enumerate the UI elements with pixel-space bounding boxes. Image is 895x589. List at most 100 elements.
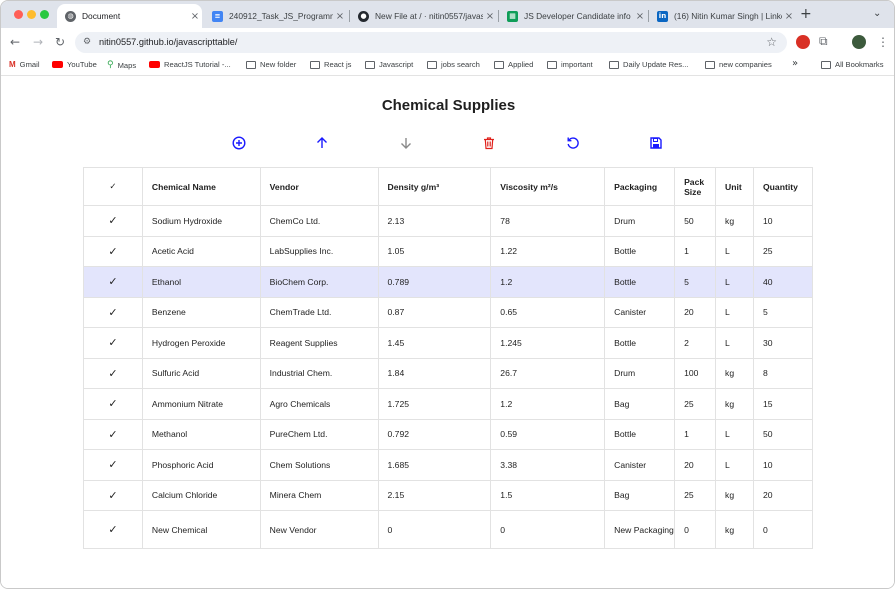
more-bookmarks-chevron-icon[interactable]: » (792, 58, 798, 69)
bookmark-star-icon[interactable]: ☆ (766, 35, 777, 49)
tab-linkedin[interactable]: in (16) Nitin Kumar Singh | Linke × (649, 4, 796, 28)
table-row[interactable]: ✓ Ammonium Nitrate Agro Chemicals 1.725 1.2 B… (83, 388, 813, 420)
tab-strip: ◍ Document × ≡ 240912_Task_JS_Programme … (1, 1, 894, 28)
packaging-cell: Canister (604, 296, 676, 328)
extension-opera-icon[interactable] (796, 35, 810, 49)
quantity-cell: 5 (753, 296, 813, 328)
row-checkmark-icon[interactable]: ✓ (83, 296, 143, 328)
reload-icon[interactable]: ↻ (55, 35, 65, 49)
tab-search-icon[interactable]: ⌄ (873, 8, 881, 19)
bookmark-javascript[interactable]: Javascript (365, 60, 413, 69)
minimize-window-button[interactable] (27, 10, 36, 19)
bookmark-important[interactable]: important (547, 60, 593, 69)
bookmark-reactjs[interactable]: ReactJS Tutorial -... (149, 60, 231, 69)
density-cell: 1.725 (377, 388, 492, 420)
packaging-cell: Drum (604, 205, 676, 237)
vendor-cell: Chem Solutions (259, 449, 379, 481)
bookmark-maps[interactable]: ⚲ Maps (107, 60, 136, 70)
bookmark-daily-update[interactable]: Daily Update Res... (609, 60, 688, 69)
save-button[interactable] (648, 135, 664, 151)
all-bookmarks[interactable]: All Bookmarks (821, 60, 884, 69)
delete-button[interactable] (481, 135, 497, 151)
back-arrow-icon[interactable]: ← (10, 35, 20, 49)
vendor-cell: Reagent Supplies (259, 327, 379, 359)
profile-avatar[interactable] (852, 35, 866, 49)
new-tab-button[interactable]: + (800, 6, 812, 22)
folder-icon (310, 60, 320, 69)
table-row[interactable]: ✓ Acetic Acid LabSupplies Inc. 1.05 1.22 Bott… (83, 235, 813, 267)
address-bar[interactable]: ⚙ nitin0557.github.io/javascripttable/ ☆ (75, 32, 787, 53)
density-cell: 0 (377, 510, 492, 549)
bookmark-react-js[interactable]: React js (310, 60, 351, 69)
row-checkmark-icon[interactable]: ✓ (83, 388, 143, 420)
table-row[interactable]: ✓ Methanol PureChem Ltd. 0.792 0.59 Bottle 1 L 5… (83, 418, 813, 450)
viscosity-cell: 78 (490, 205, 606, 237)
close-tab-icon[interactable]: × (333, 11, 347, 22)
close-tab-icon[interactable]: × (188, 11, 202, 22)
column-header-pack-size[interactable]: Pack Size (674, 167, 717, 206)
column-header-packaging[interactable]: Packaging (604, 167, 676, 206)
row-checkmark-icon[interactable]: ✓ (83, 418, 143, 450)
refresh-button[interactable] (565, 135, 581, 151)
row-checkmark-icon[interactable]: ✓ (83, 327, 143, 359)
row-checkmark-icon[interactable]: ✓ (83, 357, 143, 389)
table-row[interactable]: ✓ New Chemical New Vendor 0 0 New Packaging 0 k… (83, 510, 813, 549)
close-tab-icon[interactable]: × (633, 11, 647, 22)
bookmark-jobs-search[interactable]: jobs search (427, 60, 480, 69)
row-checkmark-icon[interactable]: ✓ (83, 205, 143, 237)
table-row[interactable]: ✓ Sodium Hydroxide ChemCo Ltd. 2.13 78 Drum 50… (83, 205, 813, 237)
viscosity-cell: 26.7 (490, 357, 606, 389)
row-checkmark-icon[interactable]: ✓ (83, 449, 143, 481)
move-down-button[interactable] (398, 135, 414, 151)
url-text[interactable]: nitin0557.github.io/javascripttable/ (99, 37, 237, 47)
density-cell: 1.84 (377, 357, 492, 389)
column-header-chemical-name[interactable]: Chemical Name (141, 167, 261, 206)
column-header-vendor[interactable]: Vendor (259, 167, 379, 206)
row-checkmark-icon[interactable]: ✓ (83, 510, 143, 549)
folder-icon (705, 60, 715, 69)
tab-github[interactable]: ● New File at / · nitin0557/javas × (350, 4, 497, 28)
move-up-button[interactable] (314, 135, 330, 151)
quantity-cell: 10 (753, 205, 813, 237)
menu-kebab-icon[interactable]: ⋮ (877, 35, 889, 49)
row-checkmark-icon[interactable]: ✓ (83, 266, 143, 298)
chemical-name-cell: Ammonium Nitrate (141, 388, 261, 420)
table-row[interactable]: ✓ Ethanol BioChem Corp. 0.789 1.2 Bottle 5 L 40 (83, 266, 813, 298)
pack-size-cell: 25 (674, 479, 717, 511)
column-header-density[interactable]: Density g/m³ (377, 167, 492, 206)
bookmark-new-companies[interactable]: new companies (705, 60, 772, 69)
close-tab-icon[interactable]: × (483, 11, 497, 22)
close-tab-icon[interactable]: × (782, 11, 796, 22)
table-row[interactable]: ✓ Hydrogen Peroxide Reagent Supplies 1.45 1.… (83, 327, 813, 359)
row-checkmark-icon[interactable]: ✓ (83, 235, 143, 267)
table-row[interactable]: ✓ Phosphoric Acid Chem Solutions 1.685 3.38 C… (83, 449, 813, 481)
tab-sheets[interactable]: ▦ JS Developer Candidate info × (499, 4, 647, 28)
extensions-puzzle-icon[interactable]: ⧉ (819, 34, 828, 49)
close-window-button[interactable] (14, 10, 23, 19)
bookmark-applied[interactable]: Applied (494, 60, 533, 69)
quantity-cell: 15 (753, 388, 813, 420)
column-header-unit[interactable]: Unit (715, 167, 754, 206)
density-cell: 0.87 (377, 296, 492, 328)
vendor-cell: ChemTrade Ltd. (259, 296, 379, 328)
column-header-viscosity[interactable]: Viscosity m²/s (490, 167, 606, 206)
select-all-checkmark-icon[interactable]: ✓ (83, 167, 143, 206)
column-header-quantity[interactable]: Quantity (753, 167, 813, 206)
table-row[interactable]: ✓ Sulfuric Acid Industrial Chem. 1.84 26.7 Dr… (83, 357, 813, 389)
table-row[interactable]: ✓ Benzene ChemTrade Ltd. 0.87 0.65 Canister 20… (83, 296, 813, 328)
maximize-window-button[interactable] (40, 10, 49, 19)
site-info-icon[interactable]: ⚙ (83, 37, 91, 47)
add-row-button[interactable] (231, 135, 247, 151)
table-body: ✓ Sodium Hydroxide ChemCo Ltd. 2.13 78 Drum 50… (83, 205, 813, 549)
chemical-name-cell: Ethanol (141, 266, 261, 298)
table-row[interactable]: ✓ Calcium Chloride Minera Chem 2.15 1.5 Bag 25… (83, 479, 813, 511)
row-checkmark-icon[interactable]: ✓ (83, 479, 143, 511)
forward-arrow-icon[interactable]: → (33, 35, 43, 49)
tab-task[interactable]: ≡ 240912_Task_JS_Programme × (204, 4, 347, 28)
tab-document[interactable]: ◍ Document × (57, 4, 202, 28)
quantity-cell: 25 (753, 235, 813, 267)
bookmark-gmail[interactable]: M Gmail (9, 60, 40, 69)
table-header-row: ✓ Chemical Name Vendor Density g/m³ Visc… (83, 167, 813, 206)
bookmark-youtube[interactable]: YouTube (52, 60, 97, 69)
bookmark-new-folder[interactable]: New folder (246, 60, 296, 69)
